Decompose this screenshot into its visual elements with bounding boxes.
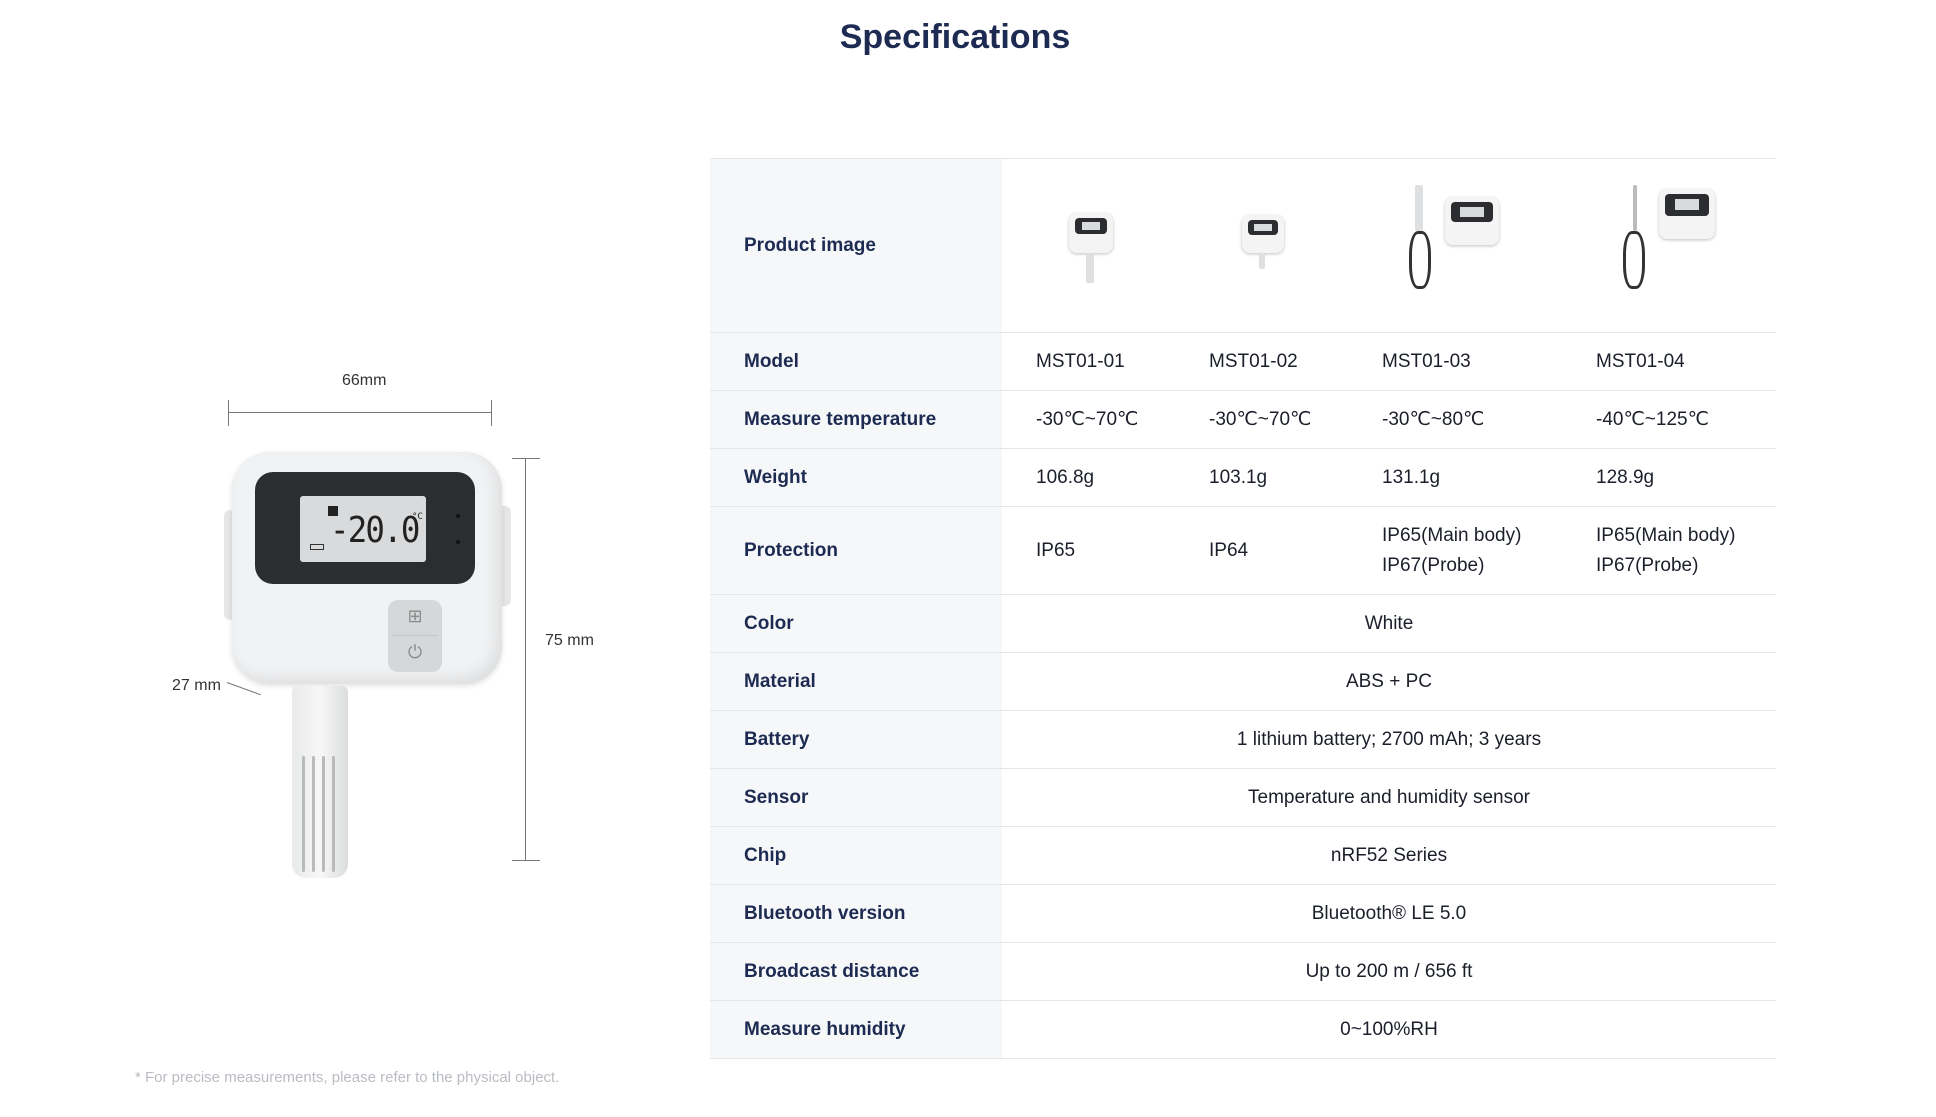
- table-row-weight: Weight 106.8g 103.1g 131.1g 128.9g: [710, 448, 1776, 507]
- row-label: Bluetooth version: [710, 884, 1002, 943]
- table-row-measure-humidity: Measure humidity 0~100%RH: [710, 1000, 1776, 1059]
- protection-line: IP65(Main body): [1596, 524, 1736, 546]
- battery-cell: 1 lithium battery; 2700 mAh; 3 years: [1002, 710, 1776, 769]
- row-label: Model: [710, 332, 1002, 391]
- row-label: Measure temperature: [710, 390, 1002, 449]
- row-label: Sensor: [710, 768, 1002, 827]
- width-dimension-line: [228, 412, 492, 413]
- row-label: Weight: [710, 448, 1002, 507]
- table-row-battery: Battery 1 lithium battery; 2700 mAh; 3 y…: [710, 710, 1776, 769]
- row-label: Protection: [710, 506, 1002, 595]
- product-image-mst01-03: [1348, 158, 1562, 333]
- table-row-sensor: Sensor Temperature and humidity sensor: [710, 768, 1776, 827]
- protection-cell: IP65(Main body) IP67(Probe): [1562, 506, 1776, 595]
- model-cell: MST01-01: [1002, 332, 1175, 391]
- table-row-protection: Protection IP65 IP64 IP65(Main body) IP6…: [710, 506, 1776, 595]
- width-dimension-tick-right: [491, 400, 492, 426]
- protection-line: IP67(Probe): [1382, 554, 1485, 576]
- product-image-mst01-02: [1175, 158, 1348, 333]
- row-label: Battery: [710, 710, 1002, 769]
- table-row-model: Model MST01-01 MST01-02 MST01-03 MST01-0…: [710, 332, 1776, 391]
- depth-dimension-label: 27 mm: [172, 677, 221, 694]
- row-label: Measure humidity: [710, 1000, 1002, 1059]
- table-row-chip: Chip nRF52 Series: [710, 826, 1776, 885]
- battery-icon: [310, 544, 324, 550]
- indicator-dot: [456, 540, 460, 544]
- material-cell: ABS + PC: [1002, 652, 1776, 711]
- product-image-mst01-01: [1002, 158, 1175, 333]
- device-lcd: -20.0 °C: [300, 496, 426, 562]
- protection-line: IP67(Probe): [1596, 554, 1699, 576]
- protection-cell: IP65: [1002, 506, 1175, 595]
- humidity-cell: 0~100%RH: [1002, 1000, 1776, 1059]
- table-row-broadcast-distance: Broadcast distance Up to 200 m / 656 ft: [710, 942, 1776, 1001]
- indicator-dot: [456, 514, 460, 518]
- depth-dimension-pointer: [226, 682, 261, 696]
- height-dimension-tick-bottom: [512, 860, 540, 861]
- protection-line: IP65: [1036, 539, 1076, 561]
- table-row-measure-temperature: Measure temperature -30℃~70℃ -30℃~70℃ -3…: [710, 390, 1776, 449]
- temperature-cell: -40℃~125℃: [1562, 390, 1776, 449]
- menu-grid-icon: ⊞: [407, 606, 423, 626]
- weight-cell: 128.9g: [1562, 448, 1776, 507]
- weight-cell: 131.1g: [1348, 448, 1562, 507]
- page-title: Specifications: [839, 18, 1071, 56]
- row-label: Material: [710, 652, 1002, 711]
- lcd-unit: °C: [412, 512, 423, 522]
- height-dimension-line: [525, 458, 526, 860]
- table-row-bluetooth-version: Bluetooth version Bluetooth® LE 5.0: [710, 884, 1776, 943]
- protection-cell: IP64: [1175, 506, 1348, 595]
- table-row-product-image: Product image: [710, 158, 1776, 333]
- device-buttons: ⊞ ⏻: [388, 600, 442, 672]
- lcd-reading: -20.0: [330, 510, 420, 551]
- device-dimension-diagram: 66mm 75 mm 27 mm -20.0 °C ⊞ ⏻: [130, 360, 630, 880]
- color-cell: White: [1002, 594, 1776, 653]
- width-dimension-tick-left: [228, 400, 229, 426]
- width-dimension-label: 66mm: [342, 372, 387, 389]
- chip-cell: nRF52 Series: [1002, 826, 1776, 885]
- row-label: Color: [710, 594, 1002, 653]
- height-dimension-tick-top: [512, 458, 540, 459]
- temperature-cell: -30℃~70℃: [1002, 390, 1175, 449]
- device-probe: [292, 686, 348, 878]
- bluetooth-version-cell: Bluetooth® LE 5.0: [1002, 884, 1776, 943]
- broadcast-distance-cell: Up to 200 m / 656 ft: [1002, 942, 1776, 1001]
- weight-cell: 106.8g: [1002, 448, 1175, 507]
- model-cell: MST01-02: [1175, 332, 1348, 391]
- model-cell: MST01-03: [1348, 332, 1562, 391]
- specifications-table: Product image Model MST01-01 MST01-02 MS…: [710, 158, 1776, 1059]
- row-label: Chip: [710, 826, 1002, 885]
- temperature-cell: -30℃~80℃: [1348, 390, 1562, 449]
- protection-line: IP65(Main body): [1382, 524, 1522, 546]
- protection-line: IP64: [1209, 539, 1249, 561]
- table-row-color: Color White: [710, 594, 1776, 653]
- row-label: Broadcast distance: [710, 942, 1002, 1001]
- power-icon: ⏻: [407, 642, 423, 662]
- sensor-cell: Temperature and humidity sensor: [1002, 768, 1776, 827]
- product-image-mst01-04: [1562, 158, 1776, 333]
- measurement-footnote: * For precise measurements, please refer…: [135, 1069, 560, 1086]
- temperature-cell: -30℃~70℃: [1175, 390, 1348, 449]
- protection-cell: IP65(Main body) IP67(Probe): [1348, 506, 1562, 595]
- weight-cell: 103.1g: [1175, 448, 1348, 507]
- row-label: Product image: [710, 158, 1002, 333]
- height-dimension-label: 75 mm: [545, 632, 594, 649]
- table-row-material: Material ABS + PC: [710, 652, 1776, 711]
- model-cell: MST01-04: [1562, 332, 1776, 391]
